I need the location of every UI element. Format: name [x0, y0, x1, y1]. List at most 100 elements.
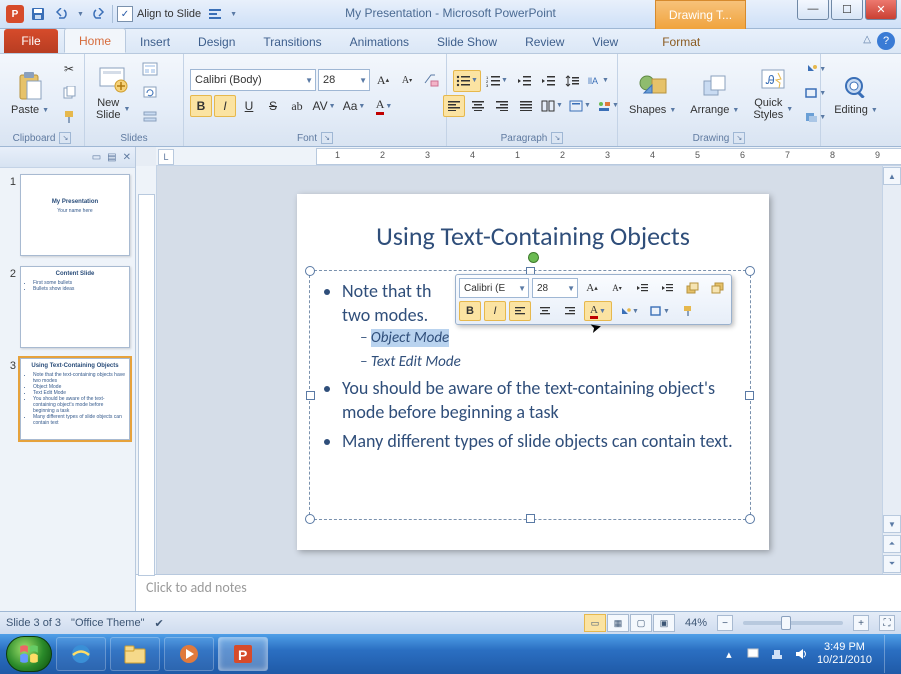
reset-button[interactable]	[139, 82, 161, 104]
file-tab[interactable]: File	[4, 29, 58, 53]
zoom-in-button[interactable]: +	[853, 615, 869, 631]
slide-title[interactable]: Using Text-Containing Objects	[297, 220, 769, 252]
increase-indent-button[interactable]	[537, 70, 559, 92]
zoom-slider-thumb[interactable]	[781, 616, 791, 630]
font-size-combo[interactable]: 28▼	[318, 69, 370, 91]
scroll-down[interactable]: ▼	[883, 515, 901, 533]
mini-increase-indent[interactable]	[656, 278, 678, 298]
paragraph-dialog-launcher[interactable]: ↘	[551, 132, 563, 144]
undo-button[interactable]	[52, 4, 72, 24]
line-spacing-button[interactable]	[561, 70, 583, 92]
tab-view[interactable]: View	[578, 30, 632, 53]
rotation-handle[interactable]	[528, 252, 539, 263]
help-button[interactable]: ?	[877, 32, 895, 50]
mini-bold[interactable]: B	[459, 301, 481, 321]
start-button[interactable]	[6, 636, 52, 672]
align-left-button[interactable]	[443, 95, 465, 117]
scroll-up[interactable]: ▲	[883, 167, 901, 185]
resize-handle-e[interactable]	[745, 391, 754, 400]
show-desktop-button[interactable]	[884, 635, 895, 673]
zoom-out-button[interactable]: −	[717, 615, 733, 631]
tray-flag-icon[interactable]	[745, 646, 761, 662]
bullets-button[interactable]: ▼	[453, 70, 481, 92]
align-menu-button[interactable]	[205, 4, 225, 24]
redo-button[interactable]	[88, 4, 108, 24]
tray-network-icon[interactable]	[769, 646, 785, 662]
sub-bullet-1[interactable]: Object Mode	[360, 328, 736, 348]
columns-button[interactable]: ▼	[539, 95, 565, 117]
prev-slide-button[interactable]: ⏶	[883, 535, 901, 553]
thumbnail-slide-2[interactable]: 2Content SlideFirst some bulletsBullets …	[4, 266, 131, 348]
mini-grow-font[interactable]: A▴	[581, 278, 603, 298]
mini-decrease-indent[interactable]	[631, 278, 653, 298]
taskbar-media-player[interactable]	[164, 637, 214, 671]
shadow-button[interactable]: ab	[286, 95, 308, 117]
shrink-font-button[interactable]: A▾	[396, 69, 418, 91]
grow-font-button[interactable]: A▴	[372, 69, 394, 91]
mini-font-family[interactable]: Calibri (E▼	[459, 278, 529, 298]
resize-handle-ne[interactable]	[745, 266, 755, 276]
spell-check-icon[interactable]: ✔	[154, 617, 163, 630]
align-text-button[interactable]: ▼	[567, 95, 593, 117]
justify-button[interactable]	[515, 95, 537, 117]
format-painter-button[interactable]	[58, 106, 80, 128]
editing-button[interactable]: Editing▼	[829, 67, 883, 119]
mini-font-color[interactable]: A▼	[584, 301, 612, 321]
resize-handle-nw[interactable]	[305, 266, 315, 276]
slide-canvas[interactable]: Using Text-Containing Objects	[157, 166, 882, 574]
italic-button[interactable]: I	[214, 95, 236, 117]
bullet-3[interactable]: Many different types of slide objects ca…	[342, 429, 736, 453]
mini-align-left[interactable]	[509, 301, 531, 321]
taskbar-ie[interactable]	[56, 637, 106, 671]
mini-shrink-font[interactable]: A▾	[606, 278, 628, 298]
tray-volume-icon[interactable]	[793, 646, 809, 662]
resize-handle-se[interactable]	[745, 514, 755, 524]
outline-tab-icon[interactable]: ▭	[92, 152, 101, 163]
mini-shape-outline[interactable]: ▼	[646, 301, 674, 321]
align-to-slide-checkbox[interactable]: ✓	[117, 6, 133, 22]
mini-align-right[interactable]	[559, 301, 581, 321]
font-family-combo[interactable]: Calibri (Body)▼	[190, 69, 316, 91]
maximize-button[interactable]: ☐	[831, 0, 863, 20]
app-icon[interactable]: P	[6, 5, 24, 23]
minimize-button[interactable]: —	[797, 0, 829, 20]
qat-customize[interactable]: ▼	[230, 11, 237, 18]
layout-button[interactable]	[139, 58, 161, 80]
tab-home[interactable]: Home	[64, 28, 126, 53]
tab-design[interactable]: Design	[184, 30, 249, 53]
mini-font-size[interactable]: 28▼	[532, 278, 578, 298]
paste-button[interactable]: Paste▼	[6, 67, 54, 119]
zoom-level[interactable]: 44%	[685, 617, 707, 629]
underline-button[interactable]: U	[238, 95, 260, 117]
copy-button[interactable]	[58, 82, 80, 104]
notes-pane[interactable]: Click to add notes	[136, 574, 901, 611]
char-spacing-button[interactable]: AV▼	[310, 95, 338, 117]
resize-handle-s[interactable]	[526, 514, 535, 523]
reading-view-button[interactable]: ▢	[630, 614, 652, 632]
vertical-scrollbar[interactable]: ▲ ▼ ⏶ ⏷	[882, 166, 901, 574]
tab-slideshow[interactable]: Slide Show	[423, 30, 511, 53]
slideshow-view-button[interactable]: ▣	[653, 614, 675, 632]
align-center-button[interactable]	[467, 95, 489, 117]
mini-align-center[interactable]	[534, 301, 556, 321]
font-dialog-launcher[interactable]: ↘	[321, 132, 333, 144]
align-right-button[interactable]	[491, 95, 513, 117]
slide-sorter-button[interactable]: ▦	[607, 614, 629, 632]
clear-formatting-button[interactable]	[420, 69, 442, 91]
tab-animations[interactable]: Animations	[336, 30, 423, 53]
mini-send-back[interactable]	[706, 278, 728, 298]
thumbnail-pane-close[interactable]: ✕	[123, 152, 131, 163]
change-case-button[interactable]: Aa▼	[340, 95, 368, 117]
mini-format-painter[interactable]	[677, 301, 699, 321]
slides-tab-icon[interactable]: ▤	[107, 152, 116, 163]
font-color-button[interactable]: A▼	[370, 95, 398, 117]
strikethrough-button[interactable]: S	[262, 95, 284, 117]
mini-italic[interactable]: I	[484, 301, 506, 321]
next-slide-button[interactable]: ⏷	[883, 555, 901, 573]
cut-button[interactable]: ✂	[58, 58, 80, 80]
arrange-button[interactable]: Arrange▼	[685, 67, 744, 119]
taskbar-powerpoint[interactable]: P	[218, 637, 268, 671]
resize-handle-w[interactable]	[306, 391, 315, 400]
new-slide-button[interactable]: New Slide▼	[91, 61, 135, 124]
tray-show-hidden[interactable]: ▴	[721, 646, 737, 662]
